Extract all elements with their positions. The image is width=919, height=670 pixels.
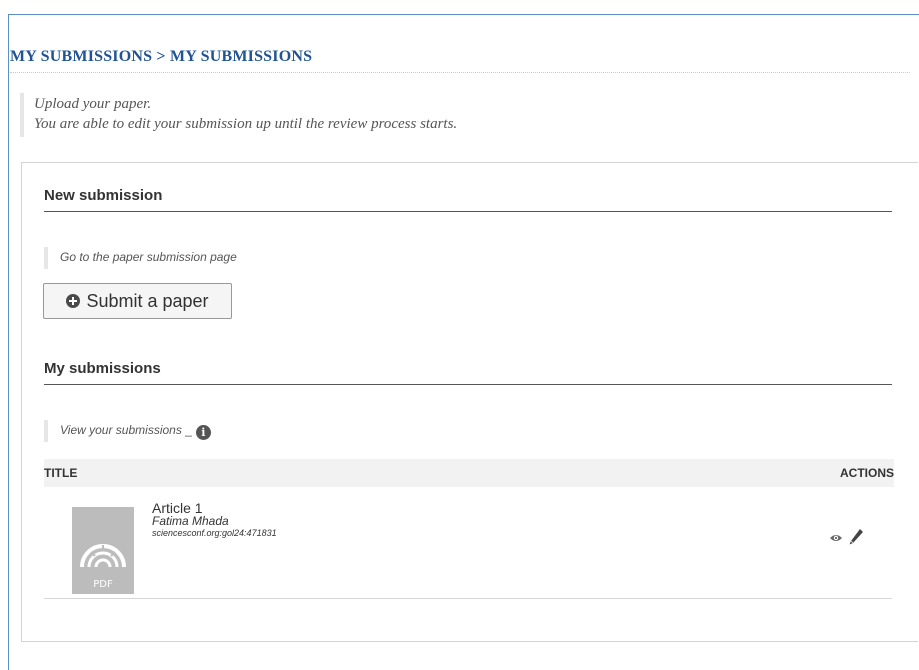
plus-circle-icon [66, 294, 81, 308]
table-row: PDF Article 1 Fatima Mhada sciencesconf.… [44, 488, 892, 599]
new-submission-heading: New submission [44, 187, 892, 212]
article-identifier: sciencesconf.org:gol24:471831 [152, 528, 277, 538]
hint-underscore: _ [185, 423, 192, 437]
new-submission-hint: Go to the paper submission page [44, 247, 237, 269]
column-actions: ACTIONS [840, 466, 894, 480]
submissions-panel: New submission Go to the paper submissio… [21, 162, 918, 642]
my-submissions-heading: My submissions [44, 360, 892, 385]
submit-paper-button[interactable]: Submit a paper [43, 283, 232, 319]
my-submissions-hint-text: View your submissions [60, 423, 182, 437]
pdf-icon[interactable]: PDF [72, 507, 134, 594]
info-icon[interactable]: i [195, 425, 211, 440]
my-submissions-hint: View your submissions _ i [44, 420, 211, 442]
submit-paper-label: Submit a paper [86, 290, 209, 311]
table-header: TITLE ACTIONS [44, 459, 894, 487]
intro-line-2: You are able to edit your submission up … [34, 116, 458, 132]
article-author: Fatima Mhada [152, 514, 229, 528]
page-title: MY SUBMISSIONS > MY SUBMISSIONS [10, 48, 910, 73]
pencil-icon[interactable] [848, 528, 864, 546]
intro-note: Upload your paper. You are able to edit … [20, 93, 900, 137]
pdf-label: PDF [93, 579, 113, 590]
eye-icon[interactable] [829, 531, 843, 545]
intro-line-1: Upload your paper. [34, 96, 152, 112]
column-title: TITLE [44, 466, 78, 480]
